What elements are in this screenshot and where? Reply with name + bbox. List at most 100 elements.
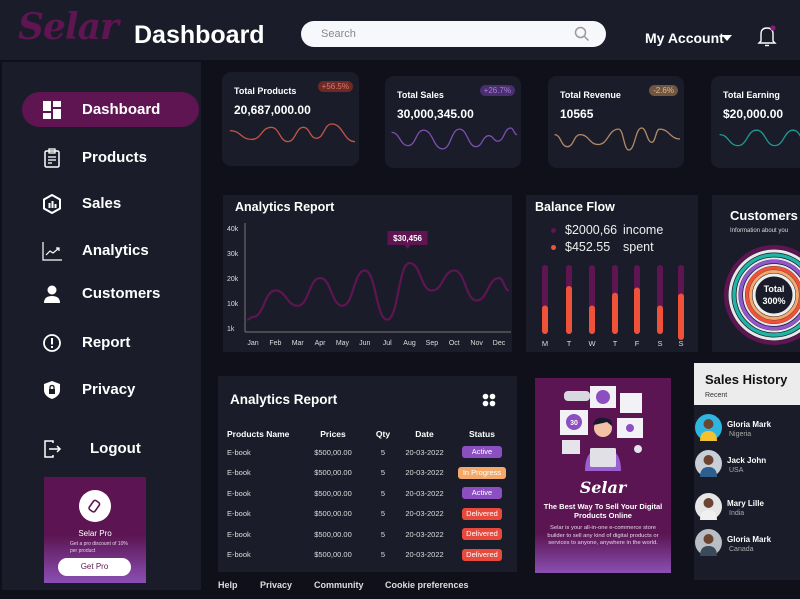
table-row[interactable]: E-book $500,00.00 5 20-03-2022 Delivered [227, 545, 512, 566]
sidebar-item-privacy[interactable]: Privacy [22, 372, 199, 407]
status-badge: Delivered [462, 548, 502, 561]
tag-icon [79, 490, 111, 522]
status-badge: In Progress [458, 466, 506, 479]
search-placeholder: Search [321, 28, 356, 40]
logout-label: Logout [90, 440, 141, 457]
selar-logo[interactable]: Selar [18, 6, 119, 48]
analytics-line-chart: 1k 10k 20k 30k 40k Jan Feb Mar Apr May Jun Jul Aug Se… [227, 223, 511, 347]
stat-card-total-earning[interactable]: Total Earning $20,000.00 [711, 76, 800, 168]
x-tick-label: Aug [403, 340, 416, 347]
table-row[interactable]: E-book $500,00.00 5 20-03-2022 Delivered [227, 504, 512, 525]
tooltip-pointer [404, 245, 411, 249]
analytics-table: Products Name Prices Qty Date Status E-b… [227, 426, 512, 565]
qty: 5 [380, 550, 386, 560]
selar-pro-card: Selar Pro Get a pro discount of 10% per … [44, 477, 146, 583]
product-name: E-book [227, 509, 251, 519]
customer-country: USA [729, 467, 744, 474]
column-header: Date [415, 429, 434, 439]
sales-history-item[interactable]: Jack John USA [695, 450, 800, 480]
sidebar-item-report[interactable]: Report [22, 325, 199, 360]
customers-subtitle: Information about you [730, 228, 789, 234]
sales-history-item[interactable]: Gloria Mark Canada [695, 529, 800, 559]
customers-panel: Customers Information about you Total 30… [712, 195, 800, 352]
column-header: Products Name [227, 429, 290, 439]
customer-country: India [729, 510, 745, 517]
analytics-line [246, 261, 510, 321]
my-account-menu[interactable]: My Account [645, 30, 724, 46]
sidebar-item-sales[interactable]: Sales [22, 186, 199, 221]
footer-link-community[interactable]: Community [314, 580, 364, 590]
date: 20-03-2022 [405, 468, 444, 478]
price: $500,00.00 [314, 488, 352, 498]
spent-bar [657, 305, 663, 334]
promo-headline: The Best Way To Sell Your Digital Produc… [543, 502, 663, 520]
date: 20-03-2022 [405, 529, 444, 539]
notification-bell-icon[interactable] [756, 24, 778, 48]
sales-history-header: Sales History Recent [694, 363, 800, 405]
qty: 5 [380, 447, 386, 457]
x-tick-label: Apr [315, 340, 327, 347]
spent-bar [678, 293, 684, 340]
laptop-icon [590, 448, 616, 467]
avatar [695, 493, 722, 520]
product-name: E-book [227, 529, 251, 539]
avatar [695, 414, 722, 441]
sidebar-item-analytics[interactable]: Analytics [22, 233, 199, 268]
ring-white-core [752, 273, 796, 317]
get-pro-button[interactable]: Get Pro [58, 558, 131, 576]
x-tick-label: Jan [247, 340, 258, 347]
stat-card-total-products[interactable]: Total Products 20,687,000.00 +56.5% [222, 72, 359, 166]
footer-link-privacy[interactable]: Privacy [260, 580, 292, 590]
footer-link-cookie-preferences[interactable]: Cookie preferences [385, 580, 469, 590]
hexagon-chart-icon [43, 194, 61, 214]
sidebar-item-label: Customers [82, 285, 161, 302]
sparkline [391, 127, 518, 150]
date: 20-03-2022 [405, 550, 444, 560]
sidebar-item-label: Report [82, 334, 131, 351]
sparkline-path [229, 123, 356, 143]
selar-promo-card: 30 Selar The Best Way To Sell Your Digit… [535, 378, 671, 573]
search-input[interactable]: Search [301, 21, 606, 47]
day-label: S [678, 339, 683, 348]
sidebar-item-products[interactable]: Products [22, 140, 199, 175]
grid-menu-icon[interactable] [482, 393, 496, 407]
x-tick-label: Mar [292, 340, 305, 347]
sales-history-item[interactable]: Mary Lille India [695, 493, 800, 523]
stat-card-total-sales[interactable]: Total Sales 30,000,345.00 +26.7% [385, 76, 521, 168]
logout-button[interactable]: Logout [22, 431, 199, 466]
spent-bar [634, 287, 640, 334]
day-label: T [567, 339, 572, 348]
table-row[interactable]: E-book $500,00.00 5 20-03-2022 Active [227, 483, 512, 504]
search-icon[interactable] [574, 26, 590, 42]
x-tick-label: Feb [269, 340, 281, 347]
stat-card-total-revenue[interactable]: Total Revenue 10565 -2.6% [548, 76, 684, 168]
sparkline [229, 123, 356, 143]
y-tick-label: 10k [227, 301, 239, 308]
illus-small-box [562, 440, 580, 454]
product-name: E-book [227, 468, 251, 478]
customer-name: Gloria Mark [727, 420, 772, 429]
promo-logo: Selar [579, 478, 627, 497]
sidebar-item-dashboard[interactable]: Dashboard [22, 92, 199, 127]
sidebar-item-label: Dashboard [82, 101, 161, 118]
sparkline [554, 127, 681, 151]
sidebar-item-label: Products [82, 149, 148, 166]
status-badge: Delivered [462, 507, 502, 520]
product-name: E-book [227, 550, 251, 560]
page-title: Dashboard [134, 21, 265, 49]
x-tick-label: Sep [426, 340, 439, 347]
chevron-down-icon[interactable] [722, 35, 732, 41]
table-row[interactable]: E-book $500,00.00 5 20-03-2022 In Progre… [227, 463, 512, 484]
table-title: Analytics Report [230, 392, 338, 407]
table-row[interactable]: E-book $500,00.00 5 20-03-2022 Delivered [227, 524, 512, 545]
avatar [695, 529, 722, 556]
sidebar-item-customers[interactable]: Customers [22, 276, 199, 311]
illus-dot [634, 445, 642, 453]
sidebar-item-label: Analytics [82, 242, 149, 259]
date: 20-03-2022 [405, 509, 444, 519]
sales-history-title: Sales History [705, 372, 788, 387]
table-row[interactable]: E-book $500,00.00 5 20-03-2022 Active [227, 442, 512, 463]
sales-history-item[interactable]: Gloria Mark Nigeria [695, 414, 800, 444]
footer-link-help[interactable]: Help [218, 580, 238, 590]
tooltip-value: $30,456 [393, 234, 422, 243]
